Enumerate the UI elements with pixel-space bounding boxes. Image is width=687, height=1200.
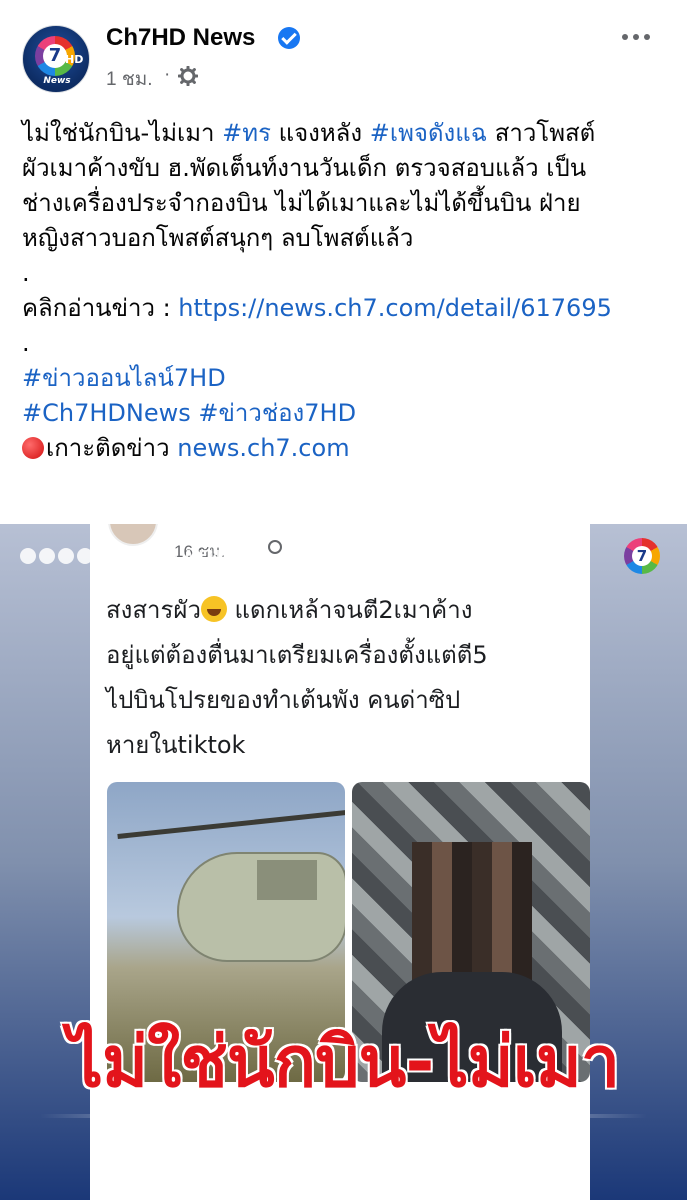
hashtag-ch7hdnews[interactable]: #Ch7HDNews bbox=[22, 399, 191, 427]
hashtag-navy[interactable]: #ทร bbox=[222, 119, 271, 147]
divider bbox=[40, 1114, 647, 1118]
post-message: ไม่ใช่นักบิน-ไม่เมา #ทร แจงหลัง #เพจดังแ… bbox=[22, 116, 672, 466]
dot-line-2: . bbox=[22, 329, 30, 357]
headline-main: ไม่ใช่นักบิน-ไม่เมา bbox=[67, 1021, 620, 1103]
red-circle-icon bbox=[22, 437, 44, 459]
verified-badge-icon bbox=[278, 27, 300, 49]
article-link[interactable]: https://news.ch7.com/detail/617695 bbox=[178, 294, 612, 322]
hashtag-channel-news[interactable]: #ข่าวช่อง7HD bbox=[198, 399, 356, 427]
tiktok-icon bbox=[96, 548, 112, 564]
facebook-icon bbox=[20, 548, 36, 564]
watermark: Ch7HD NEWS bbox=[20, 544, 237, 568]
card-avatar bbox=[108, 524, 158, 546]
gear-icon[interactable] bbox=[178, 66, 198, 86]
headline-sub: ทร.แจงปมสาวโพสต์ bbox=[159, 1128, 528, 1177]
card-text: สงสารผัว แดกเหล้าจนตี2เมาค้าง อยู่แต่ต้อ… bbox=[106, 596, 488, 759]
instagram-icon bbox=[58, 548, 74, 564]
globe-icon bbox=[268, 540, 282, 554]
more-options-icon[interactable] bbox=[622, 26, 656, 48]
twitter-icon bbox=[39, 548, 55, 564]
dot-line-1: . bbox=[22, 259, 30, 287]
laughing-emoji-icon bbox=[200, 596, 227, 622]
post-line-2: ผัวเมาค้างขับ ฮ.พัดเต็นท์งานวันเด็ก ตรวจ… bbox=[22, 154, 587, 182]
read-more-line: คลิกอ่านข่าว : https://news.ch7.com/deta… bbox=[22, 294, 612, 322]
youtube-icon bbox=[77, 548, 93, 564]
hashtag-famous-page[interactable]: #เพจดังแฉ bbox=[370, 119, 487, 147]
post-line-4: หญิงสาวบอกโพสต์สนุกๆ ลบโพสต์แล้ว bbox=[22, 224, 414, 252]
hashtag-line-2: #Ch7HDNews #ข่าวช่อง7HD bbox=[22, 396, 672, 431]
hashtag-line-1: #ข่าวออนไลน์7HD bbox=[22, 361, 672, 396]
ch7-logo-icon: 7 bbox=[624, 538, 660, 574]
page-avatar[interactable]: 7 HD News bbox=[22, 25, 90, 93]
follow-line: เกาะติดข่าว news.ch7.com bbox=[22, 431, 672, 466]
hashtag-online-news[interactable]: #ข่าวออนไลน์7HD bbox=[22, 364, 226, 392]
post-line-1: ไม่ใช่นักบิน-ไม่เมา #ทร แจงหลัง #เพจดังแ… bbox=[22, 119, 596, 147]
page-name[interactable]: Ch7HD News bbox=[106, 24, 255, 52]
post-timestamp[interactable]: 1 ชม. bbox=[106, 64, 153, 94]
post-image[interactable]: 16 ชม. สงสารผัว แดกเหล้าจนตี2เมาค้าง อยู… bbox=[0, 524, 687, 1200]
post-line-3: ช่างเครื่องประจำกองบิน ไม่ได้เมาและไม่ได… bbox=[22, 189, 581, 217]
site-link[interactable]: news.ch7.com bbox=[177, 434, 349, 462]
separator: · bbox=[164, 64, 171, 85]
post-header: 7 HD News Ch7HD News 1 ชม. · bbox=[0, 0, 687, 100]
